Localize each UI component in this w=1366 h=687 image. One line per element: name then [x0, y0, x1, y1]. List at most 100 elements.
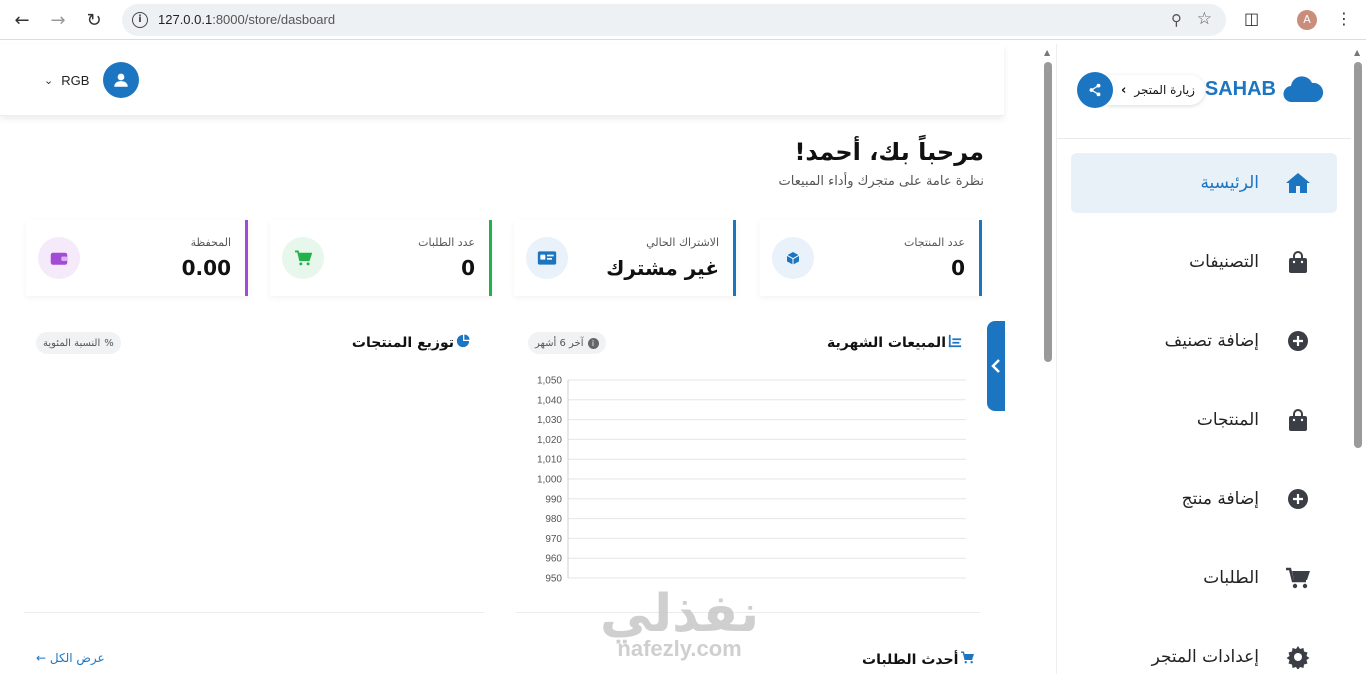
y-tick-label: 960	[545, 554, 562, 565]
browser-menu-icon[interactable]: ⋮	[1336, 9, 1352, 28]
back-icon[interactable]: ←	[10, 8, 34, 32]
main-content: ⌄ RGB مرحباً بك، أحمد! نظرة عامة على متج…	[0, 44, 1030, 674]
plus-circle-icon	[1285, 486, 1311, 512]
visit-store-button[interactable]: ‹ زيارة المتجر	[1077, 72, 1205, 108]
sidebar-item-add-category[interactable]: إضافة تصنيف	[1071, 311, 1337, 371]
user-avatar-icon[interactable]	[103, 62, 140, 98]
sidebar-item-store-settings[interactable]: إعدادات المتجر	[1071, 627, 1337, 687]
stat-label: المحفظة	[190, 236, 231, 249]
home-icon	[1285, 170, 1311, 196]
visit-store-pill[interactable]: ‹ زيارة المتجر	[1107, 75, 1205, 105]
y-tick-label: 970	[545, 534, 562, 545]
sidebar-item-label: التصنيفات	[1189, 252, 1259, 272]
sidebar-item-categories[interactable]: التصنيفات	[1071, 232, 1337, 292]
watermark-en: nafezly.com	[617, 636, 742, 661]
y-tick-label: 950	[545, 574, 562, 583]
box-icon	[772, 237, 814, 279]
reload-icon[interactable]: ↻	[82, 8, 106, 32]
bag-icon	[1285, 407, 1311, 433]
monthly-sales-label: المبيعات الشهرية	[827, 335, 946, 351]
stat-value: 0.00	[181, 256, 231, 280]
chevron-left-icon	[991, 359, 1000, 373]
cloud-icon	[1283, 76, 1324, 103]
sidebar-item-home[interactable]: الرئيسية	[1071, 153, 1337, 213]
watermark-logo: نفذلي nafezly.com	[600, 584, 759, 662]
monthly-sales-chart: 1,050 1,040 1,030 1,020 1,010 1,000 990 980 970 9…	[528, 374, 968, 582]
username: RGB	[61, 72, 90, 88]
bookmark-star-icon[interactable]: ☆	[1197, 9, 1212, 29]
scroll-up-icon[interactable]: ▲	[1354, 48, 1360, 57]
period-chip-label: آخر 6 أشهر	[535, 337, 584, 349]
page-scrollbar[interactable]: ▲	[1350, 44, 1366, 674]
browser-toolbar: ← → ↻ i 127.0.0.1:8000/store/dasboard ⚲ …	[0, 0, 1366, 40]
sidebar-item-orders[interactable]: الطلبات	[1071, 548, 1337, 608]
brand-name: SAHAB	[1204, 77, 1276, 100]
url-path: :8000/store/dasboard	[212, 12, 336, 27]
stat-value: غير مشترك	[606, 256, 719, 280]
sidebar-toggle-button[interactable]	[987, 321, 1005, 411]
stat-label: الاشتراك الحالي	[646, 236, 719, 249]
percent-icon: %	[104, 337, 114, 349]
period-chip: i آخر 6 أشهر	[528, 332, 606, 354]
latest-orders-label: أحدث الطلبات	[862, 651, 959, 668]
sidebar-item-label: الرئيسية	[1200, 173, 1259, 193]
arrow-left-icon: ←	[36, 651, 47, 665]
sidebar-item-label: إعدادات المتجر	[1151, 647, 1259, 667]
url-host: 127.0.0.1	[158, 12, 213, 27]
distribution-label: توزيع المنتجات	[351, 335, 454, 351]
main-scrollbar[interactable]: ▲	[1040, 44, 1056, 674]
chevron-down-icon: ⌄	[44, 73, 54, 87]
sidebar-item-label: إضافة تصنيف	[1164, 331, 1259, 351]
latest-orders-title: أحدث الطلبات	[862, 651, 975, 668]
percentage-chip: % النسبة المئوية	[36, 332, 121, 354]
y-tick-label: 1,010	[537, 455, 562, 466]
scroll-up-icon[interactable]: ▲	[1044, 48, 1050, 57]
view-all-link[interactable]: عرض الكل ←	[36, 651, 105, 665]
address-bar[interactable]: i 127.0.0.1:8000/store/dasboard ⚲ ☆	[122, 4, 1226, 36]
watermark-ar: نفذلي	[600, 584, 760, 644]
y-tick-label: 1,020	[537, 435, 562, 446]
info-icon: i	[587, 337, 599, 349]
chevron-left-icon: ‹	[1121, 82, 1127, 98]
sidebar-item-label: المنتجات	[1196, 410, 1259, 430]
main-scrollbar-thumb[interactable]	[1044, 62, 1052, 362]
profile-avatar[interactable]: A	[1297, 10, 1317, 30]
distribution-title: توزيع المنتجات	[352, 334, 470, 352]
plus-circle-icon	[1285, 328, 1311, 354]
sidebar-item-products[interactable]: المنتجات	[1071, 390, 1337, 450]
stat-card-wallet: المحفظة 0.00	[26, 220, 248, 296]
user-menu[interactable]: ⌄ RGB	[44, 62, 140, 98]
stat-card-orders: عدد الطلبات 0	[270, 220, 492, 296]
y-tick-label: 1,050	[537, 376, 562, 387]
stat-label: عدد الطلبات	[418, 236, 475, 249]
stat-card-products: عدد المنتجات 0	[760, 220, 982, 296]
sidebar-item-add-product[interactable]: إضافة منتج	[1071, 469, 1337, 529]
site-info-icon[interactable]: i	[132, 12, 148, 28]
chart-canvas: 1,050 1,040 1,030 1,020 1,010 1,000 990 980 970 9…	[537, 376, 966, 583]
welcome-subtitle: نظرة عامة على متجرك وأداء المبيعات	[778, 174, 984, 189]
top-bar: ⌄ RGB	[0, 44, 1004, 116]
y-tick-label: 980	[545, 514, 562, 525]
bag-icon	[1285, 249, 1311, 275]
share-icon[interactable]	[1077, 72, 1113, 108]
zoom-icon[interactable]: ⚲	[1171, 11, 1182, 29]
view-all-label: عرض الكل	[49, 651, 105, 665]
sidebar-item-label: الطلبات	[1203, 568, 1259, 588]
url-text[interactable]: 127.0.0.1:8000/store/dasboard	[158, 12, 335, 27]
y-tick-label: 1,040	[537, 395, 562, 406]
cart-icon	[282, 237, 324, 279]
stat-card-subscription: الاشتراك الحالي غير مشترك	[514, 220, 736, 296]
y-tick-label: 990	[545, 494, 562, 505]
id-card-icon	[526, 237, 568, 279]
brand-logo[interactable]: SAHAB	[1205, 74, 1324, 104]
extensions-icon[interactable]: ◫	[1244, 9, 1259, 28]
forward-icon[interactable]: →	[46, 8, 70, 32]
percentage-chip-label: النسبة المئوية	[43, 337, 101, 349]
page-scrollbar-thumb[interactable]	[1354, 62, 1362, 448]
stat-label: عدد المنتجات	[904, 236, 965, 249]
stat-value: 0	[951, 256, 965, 280]
welcome-title: مرحباً بك، أحمد!	[794, 138, 984, 166]
y-tick-label: 1,030	[537, 415, 562, 426]
stat-value: 0	[461, 256, 475, 280]
divider	[24, 612, 484, 613]
